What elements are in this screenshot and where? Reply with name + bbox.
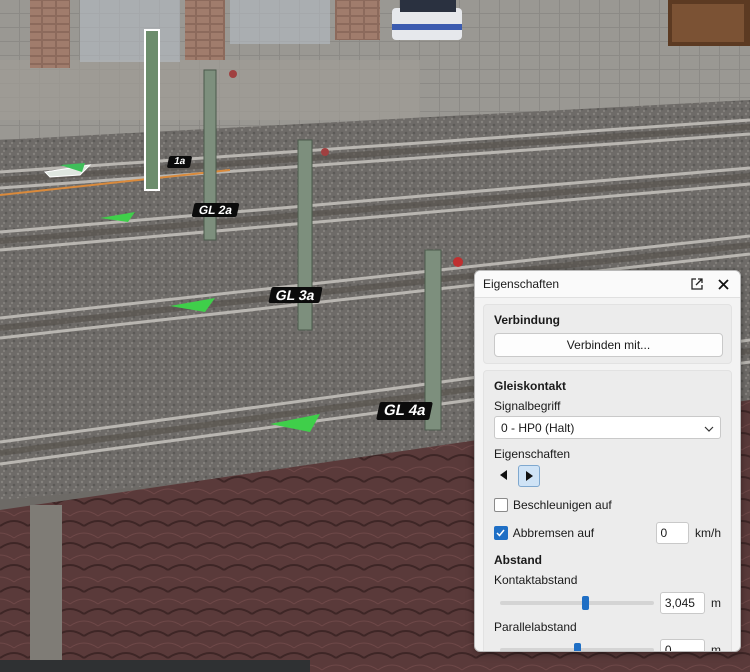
chevron-down-icon — [704, 421, 714, 435]
parallelabstand-label: Parallelabstand — [494, 620, 577, 634]
kontaktabstand-slider[interactable] — [500, 596, 654, 610]
direction-left-button[interactable] — [494, 465, 514, 485]
parallelabstand-unit: m — [711, 643, 721, 652]
track-label-2a: GL 2a — [191, 203, 240, 217]
gleiskontakt-section: Gleiskontakt Signalbegriff 0 - HP0 (Halt… — [483, 370, 732, 652]
parallelabstand-slider[interactable] — [500, 643, 654, 651]
parallelabstand-slider-thumb[interactable] — [573, 643, 581, 651]
track-label-1a: 1a — [166, 156, 193, 168]
abbremsen-speed-input[interactable]: 0 — [655, 522, 689, 544]
abbremsen-row: Abbremsen auf 0 km/h — [494, 521, 721, 545]
panel-title: Eigenschaften — [483, 277, 560, 291]
abbremsen-unit: km/h — [694, 526, 721, 540]
kontaktabstand-slider-thumb[interactable] — [581, 596, 589, 610]
panel-titlebar: Eigenschaften — [475, 271, 740, 298]
beschleunigen-checkbox[interactable] — [494, 498, 508, 512]
signalbegriff-value: 0 - HP0 (Halt) — [501, 420, 575, 435]
close-icon[interactable] — [714, 275, 732, 293]
kontaktabstand-input[interactable]: 3,045 — [659, 592, 705, 614]
track-label-3a: GL 3a — [268, 287, 323, 303]
direction-toggle — [494, 465, 721, 487]
properties-panel: Eigenschaften Verbindung Verbinden mit..… — [474, 270, 741, 652]
verbindung-heading: Verbindung — [494, 313, 560, 327]
abstand-heading: Abstand — [494, 553, 542, 567]
kontaktabstand-unit: m — [711, 596, 721, 610]
signalbegriff-select[interactable]: 0 - HP0 (Halt) — [494, 416, 721, 439]
kontaktabstand-label: Kontaktabstand — [494, 573, 578, 587]
signalbegriff-label: Signalbegriff — [494, 399, 561, 413]
parallelabstand-input[interactable]: 0 — [659, 639, 705, 651]
direction-right-button[interactable] — [518, 465, 540, 487]
beschleunigen-label: Beschleunigen auf — [513, 498, 612, 512]
abbremsen-checkbox[interactable] — [494, 526, 508, 540]
connect-button[interactable]: Verbinden mit... — [494, 333, 723, 357]
track-label-4a: GL 4a — [376, 402, 434, 420]
beschleunigen-row: Beschleunigen auf — [494, 493, 721, 517]
eigenschaften-label: Eigenschaften — [494, 447, 571, 461]
verbindung-section: Verbindung Verbinden mit... — [483, 304, 732, 364]
kontaktabstand-row: 3,045 m — [494, 590, 721, 616]
checkmark-icon — [496, 529, 505, 537]
gleiskontakt-heading: Gleiskontakt — [494, 379, 567, 393]
parallelabstand-row: 0 m — [494, 637, 721, 652]
popout-icon[interactable] — [688, 275, 706, 293]
abbremsen-label: Abbremsen auf — [512, 526, 595, 540]
